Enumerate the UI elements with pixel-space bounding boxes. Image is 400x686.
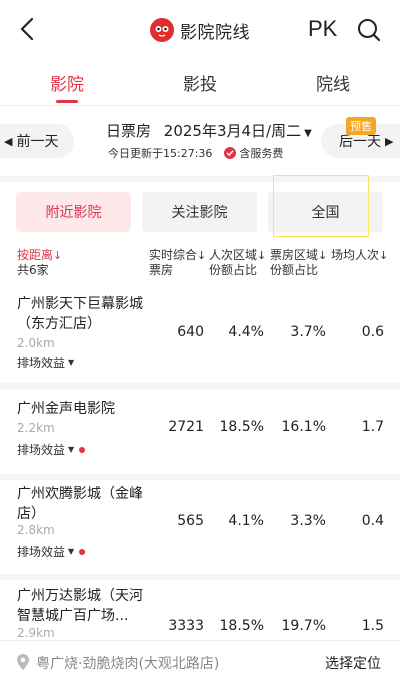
sort-arrow-icon: ↓ [53, 249, 63, 262]
avg-audience-value: 0.6 [361, 324, 384, 340]
box-share-value: 16.1% [281, 419, 326, 435]
cinema-distance: 2.0km [17, 336, 55, 350]
cinema-distance: 2.8km [17, 523, 55, 537]
date-text: 2025年3月4日/周二 [163, 122, 302, 140]
col-header-line: 票房区域 [270, 248, 319, 262]
location-bar: 粤广烧·劲脆烧肉(大观北路店) 选择定位 [0, 640, 400, 686]
sort-arrow-icon: ↓ [318, 249, 328, 262]
col-header-line: 份额占比 [209, 263, 258, 277]
cinema-count: 共6家 [17, 263, 49, 277]
sort-arrow-icon: ↓ [197, 249, 207, 262]
col-box-share-header[interactable]: 票房区域↓ 份额占比 [270, 248, 327, 277]
col-header-line: 实时综合 [149, 248, 198, 262]
filter-nearby-button[interactable]: 附近影院 [16, 192, 131, 232]
dropdown-triangle-icon: ▼ [68, 358, 75, 367]
table-row[interactable]: 广州金声电影院 2.2km 排场效益 ▼ 2721 18.5% 16.1% 1.7 [0, 389, 400, 474]
efficiency-dropdown[interactable]: 排场效益 ▼ [17, 441, 86, 458]
cinema-name: 广州欢腾影城（金峰店） [17, 486, 143, 522]
search-icon[interactable] [356, 17, 382, 43]
top-bar: 影院院线 PK [0, 0, 400, 60]
back-arrow-icon[interactable] [16, 16, 40, 42]
dropdown-triangle-icon: ▼ [68, 547, 75, 556]
efficiency-label: 排场效益 [17, 443, 66, 457]
efficiency-dropdown[interactable]: 排场效益 ▼ [17, 354, 74, 371]
sort-arrow-icon: ↓ [257, 249, 267, 262]
tab-active-indicator [56, 100, 78, 103]
cat-eye-logo-icon [150, 18, 174, 42]
left-triangle-icon: ◀ [4, 134, 13, 148]
audience-share-value: 4.1% [228, 513, 264, 529]
efficiency-label: 排场效益 [17, 545, 66, 559]
audience-share-value: 18.5% [219, 618, 264, 634]
current-location: 粤广烧·劲脆烧肉(大观北路店) [36, 656, 220, 672]
box-office-value: 640 [177, 324, 204, 340]
box-share-value: 3.7% [290, 324, 326, 340]
prev-day-label: 前一天 [16, 134, 59, 150]
tab-bar: 影院 影投 院线 [0, 62, 400, 106]
choose-location-button[interactable]: 选择定位 [325, 653, 381, 673]
table-header: 按距离↓ 共6家 实时综合↓ 票房 人次区域↓ 份额占比 票房区域↓ 份额占比 … [0, 246, 400, 282]
cinema-distance: 2.9km [17, 626, 55, 640]
check-circle-icon [224, 147, 237, 159]
col-header-line: 份额占比 [270, 263, 319, 277]
efficiency-dropdown[interactable]: 排场效益 ▼ [17, 543, 86, 560]
table-row[interactable]: 广州影天下巨幕影城（东方汇店） 2.0km 排场效益 ▼ 640 4.4% 3.7… [0, 288, 400, 383]
highlight-box [273, 175, 369, 237]
box-office-value: 3333 [168, 618, 204, 634]
table-row[interactable]: 广州欢腾影城（金峰店） 2.8km 排场效益 ▼ 565 4.1% 3.3% 0.… [0, 480, 400, 574]
audience-share-value: 4.4% [228, 324, 264, 340]
right-triangle-icon: ▶ [385, 134, 394, 148]
tab-cinema[interactable]: 影院 [27, 70, 107, 95]
avg-audience-value: 0.4 [361, 513, 384, 529]
brand: 影院院线 [150, 16, 250, 44]
box-office-value: 565 [177, 513, 204, 529]
pk-button[interactable]: PK [308, 16, 337, 42]
red-dot-indicator [79, 446, 86, 453]
prev-day-button[interactable]: ◀ 前一天 [0, 124, 74, 158]
sort-by-distance[interactable]: 按距离↓ [17, 248, 62, 263]
tab-investor[interactable]: 影投 [160, 70, 240, 95]
efficiency-label: 排场效益 [17, 356, 66, 370]
dropdown-triangle-icon: ▼ [304, 128, 312, 139]
update-line: 今日更新于15:27:36 含服务费 [108, 145, 283, 161]
col-header-line: 场均人次 [331, 248, 380, 262]
update-time: 今日更新于15:27:36 [108, 147, 213, 160]
audience-share-value: 18.5% [219, 419, 264, 435]
avg-audience-value: 1.5 [361, 618, 384, 634]
cinema-name: 广州金声电影院 [17, 401, 115, 417]
col-header-line: 人次区域 [209, 248, 258, 262]
fee-label: 含服务费 [239, 147, 284, 160]
cinema-name: 广州万达影城（天河智慧城广百广场... [17, 588, 143, 624]
box-office-value: 2721 [168, 419, 204, 435]
col-avg-audience-header[interactable]: 场均人次↓ [331, 248, 388, 263]
cinema-name: 广州影天下巨幕影城（东方汇店） [17, 296, 143, 332]
page-title: 影院院线 [180, 22, 250, 43]
presale-badge: 预售 [346, 117, 376, 135]
red-dot-indicator [79, 548, 86, 555]
tab-chain[interactable]: 院线 [293, 70, 373, 95]
box-office-label: 日票房 [106, 122, 152, 140]
location-pin-icon [17, 654, 29, 670]
col-audience-share-header[interactable]: 人次区域↓ 份额占比 [209, 248, 266, 277]
box-share-value: 19.7% [281, 618, 326, 634]
col-box-office-header[interactable]: 实时综合↓ 票房 [149, 248, 206, 277]
date-selector[interactable]: 日票房 2025年3月4日/周二 ▼ [106, 120, 312, 141]
cinema-distance: 2.2km [17, 421, 55, 435]
avg-audience-value: 1.7 [361, 419, 384, 435]
dropdown-triangle-icon: ▼ [68, 445, 75, 454]
box-share-value: 3.3% [290, 513, 326, 529]
date-bar: ◀ 前一天 日票房 2025年3月4日/周二 ▼ 今日更新于15:27:36 含服… [0, 110, 400, 170]
filter-followed-button[interactable]: 关注影院 [142, 192, 257, 232]
table-row[interactable]: 广州万达影城（天河智慧城广百广场... 2.9km 3333 18.5% 19.… [0, 580, 400, 640]
col-header-line: 票房 [149, 263, 174, 277]
sort-arrow-icon: ↓ [379, 249, 389, 262]
sort-label: 按距离 [17, 248, 54, 262]
